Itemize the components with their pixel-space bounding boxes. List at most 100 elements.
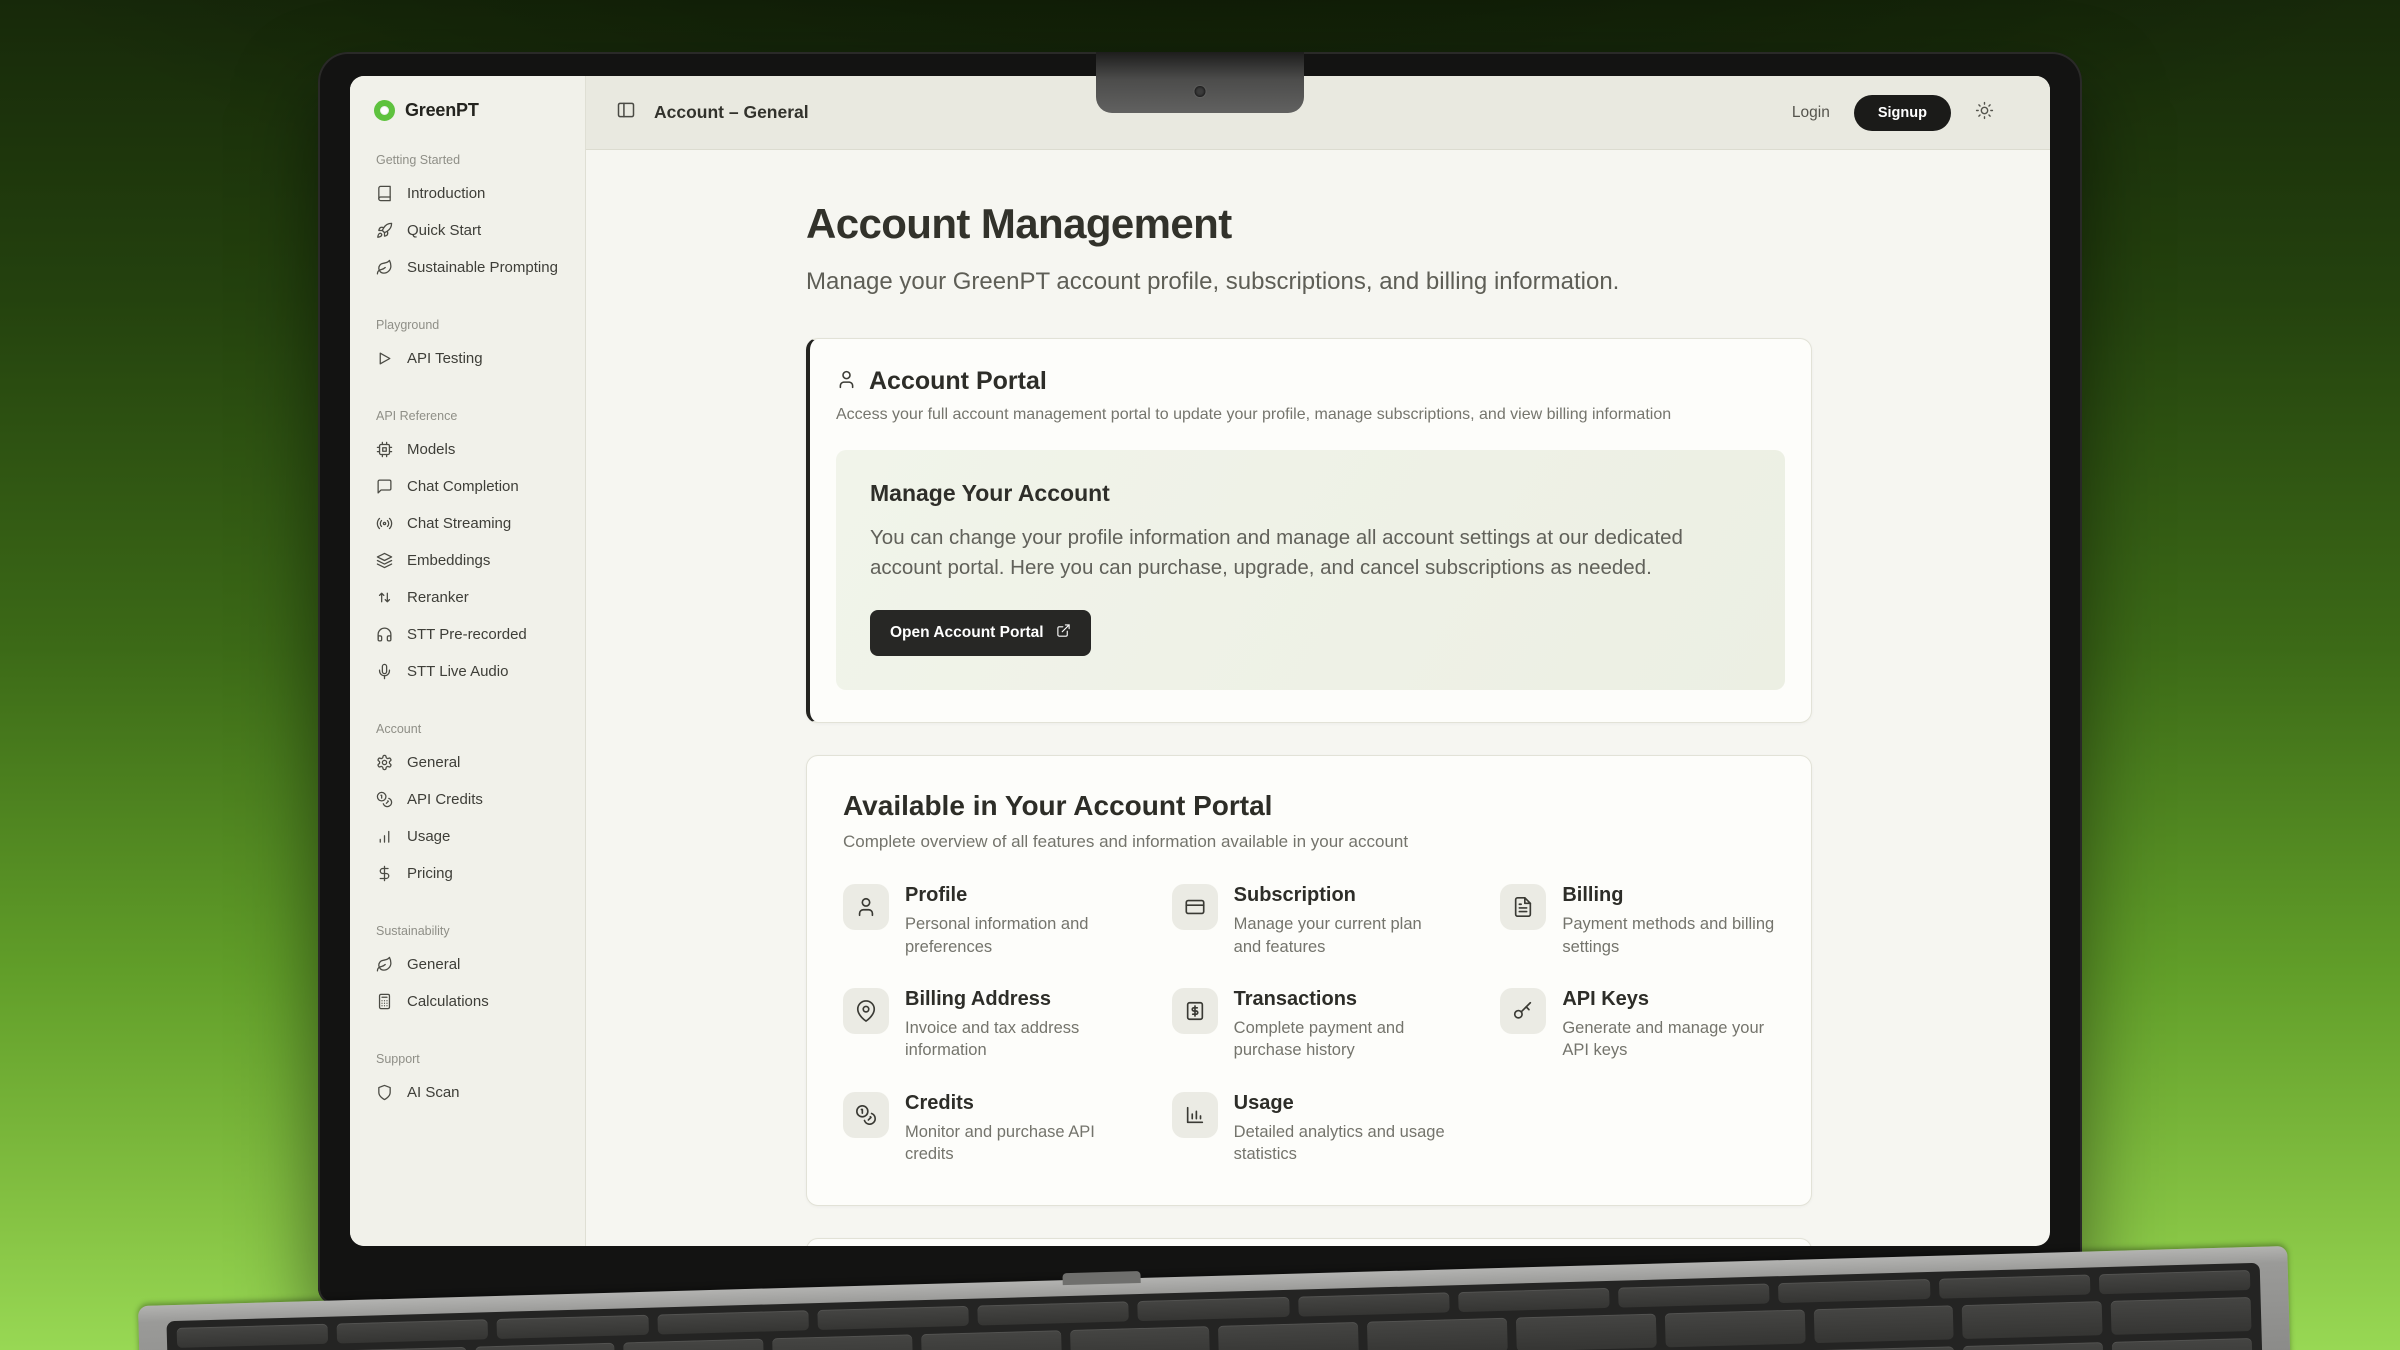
sidebar-item-label: General xyxy=(407,754,460,771)
feature-item-billing: BillingPayment methods and billing setti… xyxy=(1500,884,1775,958)
sidebar-item-stt-pre-recorded[interactable]: STT Pre-recorded xyxy=(370,616,567,653)
sidebar-item-pricing[interactable]: Pricing xyxy=(370,855,567,892)
sidebar-nav: Getting Started Introduction Quick Start Su… xyxy=(370,153,567,1111)
sidebar-item-label: API Testing xyxy=(407,350,483,367)
keyboard-key xyxy=(1618,1283,1770,1307)
keyboard-key xyxy=(657,1310,809,1334)
sidebar-item-api-credits[interactable]: API Credits xyxy=(370,781,567,818)
sidebar-item-calculations[interactable]: Calculations xyxy=(370,983,567,1020)
feature-icon-tile xyxy=(1500,884,1546,930)
panel-left-icon xyxy=(616,100,636,120)
sidebar-item-embeddings[interactable]: Embeddings xyxy=(370,542,567,579)
sidebar-section-label-getting-started: Getting Started xyxy=(376,153,567,167)
feature-text: Profile Personal information and preferen… xyxy=(905,884,1118,958)
keyboard-key xyxy=(977,1301,1129,1325)
keyboard-key xyxy=(1962,1301,2103,1339)
keyboard-key xyxy=(1813,1305,1954,1343)
feature-title: Profile xyxy=(905,884,1118,907)
feature-item-profile: Profile Personal information and preferen… xyxy=(843,884,1118,958)
keyboard-key xyxy=(1963,1342,2104,1350)
sidebar-item-reranker[interactable]: Reranker xyxy=(370,579,567,616)
portal-features-card: Available in Your Account Portal Complet… xyxy=(806,755,1812,1206)
shield-icon xyxy=(376,1084,393,1101)
sidebar-item-label: Quick Start xyxy=(407,222,481,239)
sidebar-item-sustainable-prompting[interactable]: Sustainable Prompting xyxy=(370,249,567,286)
sidebar-item-quick-start[interactable]: Quick Start xyxy=(370,212,567,249)
feature-text: BillingPayment methods and billing setti… xyxy=(1562,884,1775,958)
desktop-background: GreenPT Getting Started Introduction Quick… xyxy=(0,0,2400,1350)
sidebar-section-label-api-reference: API Reference xyxy=(376,409,567,423)
feature-title: Subscription xyxy=(1234,884,1447,907)
keyboard-key xyxy=(772,1334,913,1350)
sidebar-item-label: Chat Completion xyxy=(407,478,519,495)
play-icon xyxy=(376,350,393,367)
sidebar-item-chat-streaming[interactable]: Chat Streaming xyxy=(370,505,567,542)
feature-title: Transactions xyxy=(1234,988,1447,1011)
features-grid: Profile Personal information and preferen… xyxy=(843,884,1775,1165)
keyboard-key xyxy=(497,1315,649,1339)
keyboard-key xyxy=(624,1339,765,1350)
external-link-icon-slot xyxy=(1056,623,1071,643)
feature-description: Complete payment and purchase history xyxy=(1234,1017,1447,1062)
account-portal-card: Account Portal Access your full account … xyxy=(806,338,1812,723)
open-account-portal-label: Open Account Portal xyxy=(890,624,1044,642)
sidebar-item-label: Embeddings xyxy=(407,552,490,569)
feature-text: Billing AddressInvoice and tax address i… xyxy=(905,988,1118,1062)
feature-description: Detailed analytics and usage statistics xyxy=(1234,1121,1447,1166)
keyboard-key xyxy=(2099,1270,2251,1294)
account-portal-description: Access your full account management port… xyxy=(836,406,1785,424)
feature-description: Generate and manage your API keys xyxy=(1562,1017,1775,1062)
laptop-mockup: GreenPT Getting Started Introduction Quick… xyxy=(0,0,2400,1350)
breadcrumb-title: Account – General xyxy=(654,102,809,123)
keyboard-key xyxy=(1665,1309,1806,1347)
calculator-icon xyxy=(376,993,393,1010)
keyboard-key xyxy=(1138,1297,1290,1321)
sidebar-item-label: Usage xyxy=(407,828,450,845)
microphone-icon xyxy=(376,663,393,680)
sidebar-item-usage[interactable]: Usage xyxy=(370,818,567,855)
keyboard-key xyxy=(1298,1292,1450,1316)
chip-icon xyxy=(376,441,393,458)
feature-item-subscription: SubscriptionManage your current plan and… xyxy=(1172,884,1447,958)
keyboard-key xyxy=(1814,1346,1955,1350)
signup-button[interactable]: Signup xyxy=(1854,95,1951,131)
broadcast-icon xyxy=(376,515,393,532)
sidebar-item-label: Calculations xyxy=(407,993,489,1010)
feature-text: UsageDetailed analytics and usage statis… xyxy=(1234,1092,1447,1166)
sidebar-item-ai-scan[interactable]: AI Scan xyxy=(370,1074,567,1111)
sidebar-section-label-support: Support xyxy=(376,1052,567,1066)
login-link[interactable]: Login xyxy=(1792,104,1830,122)
feature-icon-tile xyxy=(843,988,889,1034)
external-link-icon xyxy=(1056,623,1071,638)
sidebar-item-introduction[interactable]: Introduction xyxy=(370,175,567,212)
feature-title: API Keys xyxy=(1562,988,1775,1011)
sidebar-item-chat-completion[interactable]: Chat Completion xyxy=(370,468,567,505)
sidebar-toggle-button[interactable] xyxy=(616,100,636,125)
account-portal-title: Account Portal xyxy=(869,367,1047,396)
feature-text: SubscriptionManage your current plan and… xyxy=(1234,884,1447,958)
sidebar-item-label: AI Scan xyxy=(407,1084,460,1101)
webcam xyxy=(1195,86,1206,97)
sort-arrows-icon xyxy=(376,589,393,606)
topbar: Account – General Login Signup xyxy=(586,76,2050,150)
theme-toggle-button[interactable] xyxy=(1975,101,1994,125)
feature-text: CreditsMonitor and purchase API credits xyxy=(905,1092,1118,1166)
sidebar-item-api-testing[interactable]: API Testing xyxy=(370,340,567,377)
sidebar-item-general[interactable]: General xyxy=(370,744,567,781)
feature-icon-tile xyxy=(843,884,889,930)
keyboard-key xyxy=(1778,1279,1930,1303)
keyboard-key xyxy=(817,1306,969,1330)
feature-title: Credits xyxy=(905,1092,1118,1115)
browser-viewport: GreenPT Getting Started Introduction Quick… xyxy=(350,76,2050,1246)
sidebar-item-general[interactable]: General xyxy=(370,946,567,983)
greenpt-logo-icon xyxy=(374,100,395,121)
brand-logo[interactable]: GreenPT xyxy=(370,100,567,121)
keyboard-key xyxy=(1367,1318,1508,1350)
sidebar-item-models[interactable]: Models xyxy=(370,431,567,468)
feature-icon-tile xyxy=(1172,988,1218,1034)
sidebar-section-label-playground: Playground xyxy=(376,318,567,332)
feature-description: Personal information and preferences xyxy=(905,913,1118,958)
open-account-portal-button[interactable]: Open Account Portal xyxy=(870,610,1091,656)
sidebar-item-stt-live-audio[interactable]: STT Live Audio xyxy=(370,653,567,690)
leaf-icon xyxy=(376,956,393,973)
